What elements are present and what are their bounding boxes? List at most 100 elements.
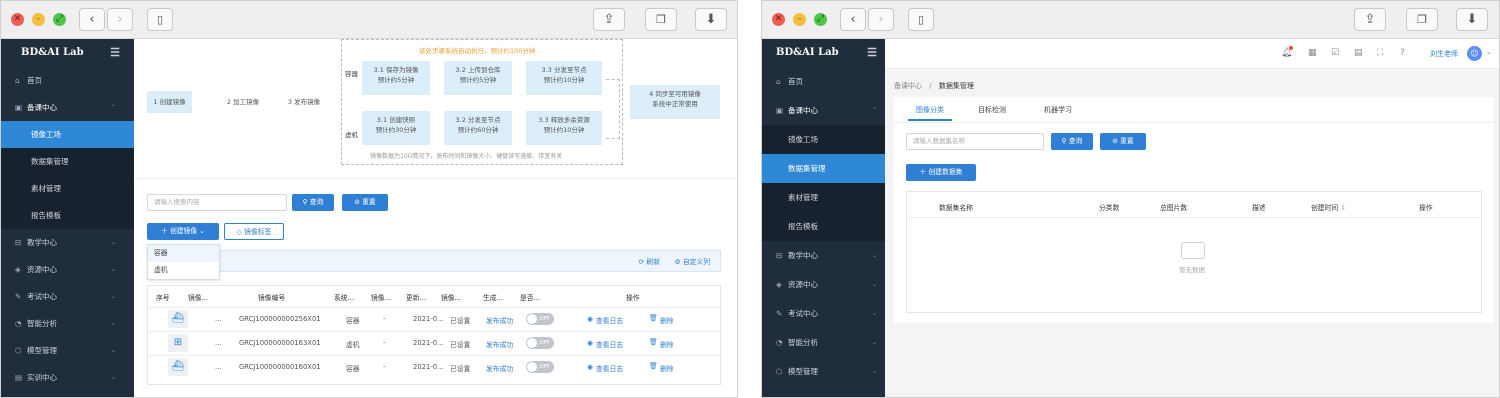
help-icon[interactable]: ? xyxy=(1400,48,1405,58)
sidebar-item-teaching[interactable]: ⊟ 教学中心 ⌄ xyxy=(762,241,885,270)
forward-arrow-icon[interactable]: › xyxy=(107,8,133,31)
check-icon[interactable]: ☑ xyxy=(1331,48,1339,58)
close-window-icon[interactable]: ✕ xyxy=(11,13,24,26)
dataset-panel: 图像分类 目标检测 机器学习 请输入数据集名称 ⚲ 查询 ⊘ 重置 ＋ 创建数据… xyxy=(894,97,1494,323)
sidebar-label: 模型管理 xyxy=(27,346,57,355)
sidebar-item-material[interactable]: 素材管理 xyxy=(762,183,885,212)
breadcrumb-separator: / xyxy=(929,82,932,90)
sidebar-label: 素材管理 xyxy=(31,184,61,193)
publish-toggle[interactable]: OFF xyxy=(526,337,554,349)
sidebar-item-models[interactable]: ⬡ 模型管理 ⌄ xyxy=(1,337,134,364)
state-text: 已设置 xyxy=(450,365,471,373)
dropdown-item-container[interactable]: 容器 xyxy=(148,245,219,262)
custom-columns-link[interactable]: ⚙ 自定义列 xyxy=(675,256,710,266)
zoom-window-icon[interactable]: ⤢ xyxy=(814,13,827,26)
close-window-icon[interactable]: ✕ xyxy=(772,13,785,26)
sidebar-item-home[interactable]: ⌂ 首页 xyxy=(1,67,134,94)
flow-box-snapshot: 3.1 创建快照 预计约30分钟 xyxy=(362,111,430,145)
tab-object-detection[interactable]: 目标检测 xyxy=(978,105,1006,115)
sidebar-item-image-factory[interactable]: 镜像工场 xyxy=(1,121,134,148)
back-arrow-icon[interactable]: ‹ xyxy=(840,8,866,31)
sidebar-item-teaching[interactable]: ⊟ 教学中心 ⌄ xyxy=(1,229,134,256)
browser-toolbar: ✕ – ⤢ ‹ › ▯ ⇪ ❐ ⬇ xyxy=(762,1,1499,39)
user-name[interactable]: 刘生老师 xyxy=(1430,49,1458,59)
custom-columns-label: 自定义列 xyxy=(682,258,710,266)
minimize-window-icon[interactable]: – xyxy=(32,13,45,26)
edit-icon: ▣ xyxy=(776,106,784,115)
delete-link[interactable]: 删除 xyxy=(660,363,674,373)
flow-box-release: 3.3 释放多余资源 预计约10分钟 xyxy=(526,111,602,145)
column-header-created[interactable]: 创建时间 ⇕ xyxy=(1311,202,1346,212)
sidebar-item-course-center[interactable]: ▣ 备课中心 ⌃ xyxy=(1,94,134,121)
chevron-up-icon: ⌃ xyxy=(110,104,116,111)
query-button[interactable]: ⚲ 查询 xyxy=(1051,133,1093,150)
reset-button[interactable]: ⊘ 重置 xyxy=(1100,133,1146,150)
sidebar-item-image-factory[interactable]: 镜像工场 xyxy=(762,125,885,154)
sidebar-item-exam[interactable]: ✎ 考试中心 ⌄ xyxy=(1,283,134,310)
publish-toggle[interactable]: OFF xyxy=(526,313,554,325)
home-icon: ⌂ xyxy=(15,76,20,85)
create-dataset-button[interactable]: ＋ 创建数据集 xyxy=(906,164,976,181)
training-icon: ▤ xyxy=(15,373,23,382)
sidebar-item-report[interactable]: 报告模板 xyxy=(1,202,134,229)
view-log-link[interactable]: 查看日志 xyxy=(596,363,623,373)
dropdown-item-vm[interactable]: 虚机 xyxy=(148,262,219,279)
breadcrumb-root[interactable]: 备课中心 xyxy=(894,82,922,90)
fullscreen-icon[interactable]: ⛶ xyxy=(1377,48,1383,58)
dataset-search-input[interactable]: 请输入数据集名称 xyxy=(906,133,1044,150)
sidebar-item-material[interactable]: 素材管理 xyxy=(1,175,134,202)
tabs-icon[interactable]: ❐ xyxy=(645,8,677,31)
chevron-down-icon: ⌄ xyxy=(110,293,116,300)
sidebar-item-dataset[interactable]: 数据集管理 xyxy=(1,148,134,175)
document-icon[interactable]: ▤ xyxy=(1354,48,1363,58)
publish-status: 发布成功 xyxy=(486,317,514,325)
sidebar-item-exam[interactable]: ✎ 考试中心 ⌄ xyxy=(762,299,885,328)
download-icon[interactable]: ⬇ xyxy=(695,8,727,31)
minimize-window-icon[interactable]: – xyxy=(793,13,806,26)
share-icon[interactable]: ⇪ xyxy=(593,8,625,31)
menu-collapse-icon[interactable]: ☰ xyxy=(110,39,120,67)
trash-icon: 🗑︎ xyxy=(649,338,658,346)
sort-icon[interactable]: ⇕ xyxy=(1340,204,1346,212)
menu-collapse-icon[interactable]: ☰ xyxy=(867,39,877,67)
view-log-link[interactable]: 查看日志 xyxy=(596,315,623,325)
sidebar-item-analysis[interactable]: ◔ 智能分析 ⌄ xyxy=(762,328,885,357)
calendar-icon[interactable]: ▦ xyxy=(1308,48,1317,58)
tab-machine-learning[interactable]: 机器学习 xyxy=(1044,105,1072,115)
view-log-link[interactable]: 查看日志 xyxy=(596,339,623,349)
back-arrow-icon[interactable]: ‹ xyxy=(79,8,105,31)
sidebar: BD&AI Lab ☰ ⌂ 首页 ▣ 备课中心 ⌃ 镜像工场 数据集管理 素材管理 报告… xyxy=(762,39,885,397)
sidebar-item-models[interactable]: ⬡ 模型管理 ⌄ xyxy=(762,357,885,386)
sidebar-label: 考试中心 xyxy=(788,309,818,318)
sidebar-item-dataset[interactable]: 数据集管理 xyxy=(762,154,885,183)
forward-arrow-icon[interactable]: › xyxy=(868,8,894,31)
tab-image-classification[interactable]: 图像分类 xyxy=(916,105,944,115)
search-input[interactable]: 请输入搜索内容 xyxy=(147,194,287,211)
sidebar-item-training[interactable]: ▤ 实训中心 ⌄ xyxy=(1,364,134,391)
create-image-button[interactable]: ＋ 创建镜像 ⌄ xyxy=(147,223,219,240)
sidebar-item-resources[interactable]: ◈ 资源中心 ⌄ xyxy=(1,256,134,283)
delete-link[interactable]: 删除 xyxy=(660,339,674,349)
share-icon[interactable]: ⇪ xyxy=(1354,8,1386,31)
avatar[interactable]: ☺ xyxy=(1467,46,1482,61)
download-icon[interactable]: ⬇ xyxy=(1456,8,1488,31)
tabs-icon[interactable]: ❐ xyxy=(1406,8,1438,31)
sidebar-item-course-center[interactable]: ▣ 备课中心 ⌃ xyxy=(762,96,885,125)
sidebar-item-report[interactable]: 报告模板 xyxy=(762,212,885,241)
zoom-window-icon[interactable]: ⤢ xyxy=(53,13,66,26)
sidebar-item-analysis[interactable]: ◔ 智能分析 ⌄ xyxy=(1,310,134,337)
sidebar-item-resources[interactable]: ◈ 资源中心 ⌄ xyxy=(762,270,885,299)
chevron-down-icon[interactable]: ⌄ xyxy=(1486,48,1492,56)
delete-link[interactable]: 删除 xyxy=(660,315,674,325)
sidebar-toggle-icon[interactable]: ▯ xyxy=(908,8,934,31)
image-tags-button[interactable]: ◇ 镜像标签 xyxy=(224,223,284,240)
reset-button[interactable]: ⊘ 重置 xyxy=(342,194,388,211)
flow-box-title: 3.1 创建快照 xyxy=(376,116,416,124)
system-type: 容器 xyxy=(346,317,360,325)
refresh-link[interactable]: ⟳ 刷新 xyxy=(639,256,660,266)
column-header: 序号 xyxy=(156,294,170,302)
query-button[interactable]: ⚲ 查询 xyxy=(292,194,334,211)
sidebar-item-home[interactable]: ⌂ 首页 xyxy=(762,67,885,96)
sidebar-toggle-icon[interactable]: ▯ xyxy=(147,8,173,31)
publish-toggle[interactable]: OFF xyxy=(526,361,554,373)
